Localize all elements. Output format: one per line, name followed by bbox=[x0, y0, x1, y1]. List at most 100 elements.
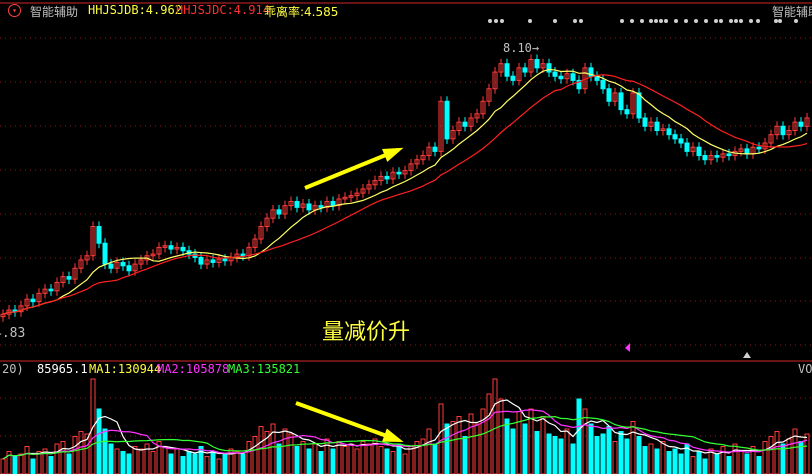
candle-down bbox=[546, 63, 552, 73]
volume-bar bbox=[432, 443, 438, 474]
triangle-marker-icon bbox=[743, 352, 751, 358]
signal-dot bbox=[494, 19, 498, 23]
candle-down bbox=[714, 155, 720, 158]
volume-bar bbox=[606, 426, 612, 474]
volume-bar bbox=[672, 448, 678, 474]
signal-dot bbox=[756, 19, 760, 23]
chevron-down-circle-icon[interactable]: ▾ bbox=[8, 4, 21, 17]
volume-bar bbox=[666, 451, 672, 474]
volume-bar bbox=[636, 436, 642, 474]
candle-down bbox=[126, 265, 132, 272]
candle-down bbox=[240, 253, 246, 257]
volume-bar bbox=[744, 453, 750, 474]
caption-text: 量减价升 bbox=[322, 320, 411, 345]
volume-bar bbox=[24, 446, 30, 474]
candle-down bbox=[66, 276, 72, 280]
volume-bar bbox=[630, 421, 636, 474]
volume-bar bbox=[240, 453, 246, 474]
candle-down bbox=[636, 92, 642, 119]
volume-bar bbox=[576, 398, 582, 474]
volume-bar bbox=[408, 446, 414, 474]
hhjsjdb-value: HHJSJDB:4.962 bbox=[88, 3, 182, 17]
volume-bar bbox=[354, 448, 360, 474]
signal-dot bbox=[719, 19, 723, 23]
volume-ma3: MA3:135821 bbox=[228, 362, 301, 376]
volume-bar bbox=[534, 431, 540, 474]
volume-bar bbox=[324, 438, 330, 474]
candle-down bbox=[318, 205, 324, 208]
volume-bar bbox=[450, 421, 456, 474]
volume-bar bbox=[444, 423, 450, 474]
volume-bar bbox=[222, 453, 228, 474]
candle-down bbox=[294, 200, 300, 208]
indicator-dropdown[interactable]: ▾ bbox=[8, 3, 21, 17]
volume-bar bbox=[624, 438, 630, 474]
candle-down bbox=[702, 155, 708, 161]
signal-dot bbox=[659, 19, 663, 23]
signal-dot bbox=[729, 19, 733, 23]
volume-bar bbox=[402, 453, 408, 474]
volume-bar bbox=[762, 441, 768, 474]
signal-dot bbox=[553, 19, 557, 23]
signal-dot bbox=[739, 19, 743, 23]
volume-bar bbox=[690, 456, 696, 474]
volume-bar bbox=[678, 453, 684, 474]
candle-down bbox=[552, 71, 558, 77]
volume-bar bbox=[618, 431, 624, 474]
magenta-marker-icon bbox=[625, 343, 630, 352]
candle-down bbox=[672, 134, 678, 140]
candle-down bbox=[696, 146, 702, 157]
volume-bar bbox=[522, 423, 528, 474]
volume-bar bbox=[648, 443, 654, 474]
candle-down bbox=[618, 92, 624, 111]
candle-down bbox=[108, 263, 114, 269]
right-indicator-label: 智能辅助 bbox=[772, 5, 812, 19]
signal-dot bbox=[734, 19, 738, 23]
candle-down bbox=[222, 258, 228, 262]
volume-bar bbox=[348, 443, 354, 474]
volume-bar bbox=[486, 393, 492, 474]
candle-down bbox=[654, 121, 660, 132]
signal-dot bbox=[654, 19, 658, 23]
candle-down bbox=[168, 245, 174, 250]
volume-bar bbox=[30, 458, 36, 474]
volume-bar bbox=[612, 441, 618, 474]
volume-bar bbox=[204, 456, 210, 474]
candle-down bbox=[504, 63, 510, 77]
volume-bar bbox=[366, 443, 372, 474]
volume-bar bbox=[474, 423, 480, 474]
volume-bar bbox=[186, 451, 192, 474]
volume-bar bbox=[504, 418, 510, 474]
volume-bar bbox=[768, 436, 774, 474]
signal-dot bbox=[488, 19, 492, 23]
volume-bar bbox=[252, 436, 258, 474]
candle-down bbox=[744, 148, 750, 155]
high-price-label: 8.10→ bbox=[503, 41, 540, 55]
volume-bar bbox=[12, 456, 18, 474]
volume-ma2: MA2:105878 bbox=[157, 362, 230, 376]
volume-trend-arrow bbox=[295, 401, 399, 442]
signal-dot bbox=[664, 19, 668, 23]
candle-down bbox=[756, 146, 762, 150]
hhjsjdc-value: HHJSJDC:4.914 bbox=[176, 3, 270, 17]
candle-down bbox=[642, 117, 648, 127]
indicator-name: 智能辅助 bbox=[30, 5, 79, 19]
price-ma-slow-line bbox=[2, 74, 808, 315]
volume-bar bbox=[330, 448, 336, 474]
volume-bar bbox=[276, 443, 282, 474]
volume-bar bbox=[696, 451, 702, 474]
volume-bar bbox=[378, 446, 384, 474]
volume-bar bbox=[168, 453, 174, 474]
volume-bar bbox=[126, 453, 132, 474]
volume-bar bbox=[234, 451, 240, 474]
volume-bar bbox=[738, 451, 744, 474]
candle-down bbox=[210, 259, 216, 263]
volume-bar bbox=[390, 451, 396, 474]
volume-bar bbox=[18, 453, 24, 474]
volume-bar bbox=[642, 446, 648, 474]
volume-bar bbox=[174, 448, 180, 474]
volume-bar bbox=[192, 453, 198, 474]
volume-bar bbox=[714, 453, 720, 474]
candle-down bbox=[666, 128, 672, 136]
volume-bar bbox=[732, 443, 738, 474]
